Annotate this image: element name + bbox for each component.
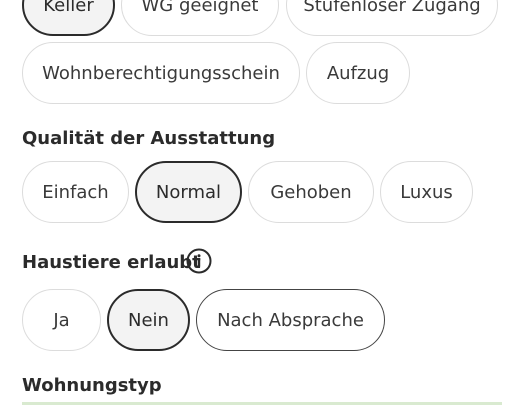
chip-keller[interactable]: Keller: [22, 0, 115, 36]
chip-luxus[interactable]: Luxus: [380, 161, 473, 223]
chip-gehoben[interactable]: Gehoben: [248, 161, 374, 223]
chip-label: Wohnberechtigungsschein: [42, 62, 280, 84]
chip-ja[interactable]: Ja: [22, 289, 101, 351]
chip-normal[interactable]: Normal: [135, 161, 242, 223]
section-heading-pets: Haustiere erlaubt: [22, 252, 201, 273]
chip-label: Luxus: [400, 181, 453, 203]
chip-label: Keller: [43, 0, 94, 16]
chip-label: Nach Absprache: [217, 309, 364, 331]
chip-label: Stufenloser Zugang: [303, 0, 481, 16]
chip-label: Aufzug: [326, 62, 390, 84]
info-icon[interactable]: [186, 248, 212, 274]
chip-einfach[interactable]: Einfach: [22, 161, 129, 223]
chip-nach-absprache[interactable]: Nach Absprache: [196, 289, 385, 351]
section-heading-apartment-type: Wohnungstyp: [22, 375, 162, 396]
chip-label: Nein: [128, 309, 169, 331]
chip-aufzug[interactable]: Aufzug: [306, 42, 410, 104]
section-heading-quality: Qualität der Ausstattung: [22, 128, 276, 149]
chip-wohnberechtigungsschein[interactable]: Wohnberechtigungsschein: [22, 42, 300, 104]
chip-wg-geeignet[interactable]: WG geeignet: [121, 0, 279, 36]
chip-stufenloser-zugang[interactable]: Stufenloser Zugang: [286, 0, 498, 36]
chip-label: Einfach: [42, 181, 109, 203]
chip-label: Gehoben: [270, 181, 352, 203]
chip-nein[interactable]: Nein: [107, 289, 190, 351]
chip-label: WG geeignet: [141, 0, 259, 16]
chip-label: Ja: [53, 309, 70, 331]
chip-label: Normal: [155, 181, 222, 203]
